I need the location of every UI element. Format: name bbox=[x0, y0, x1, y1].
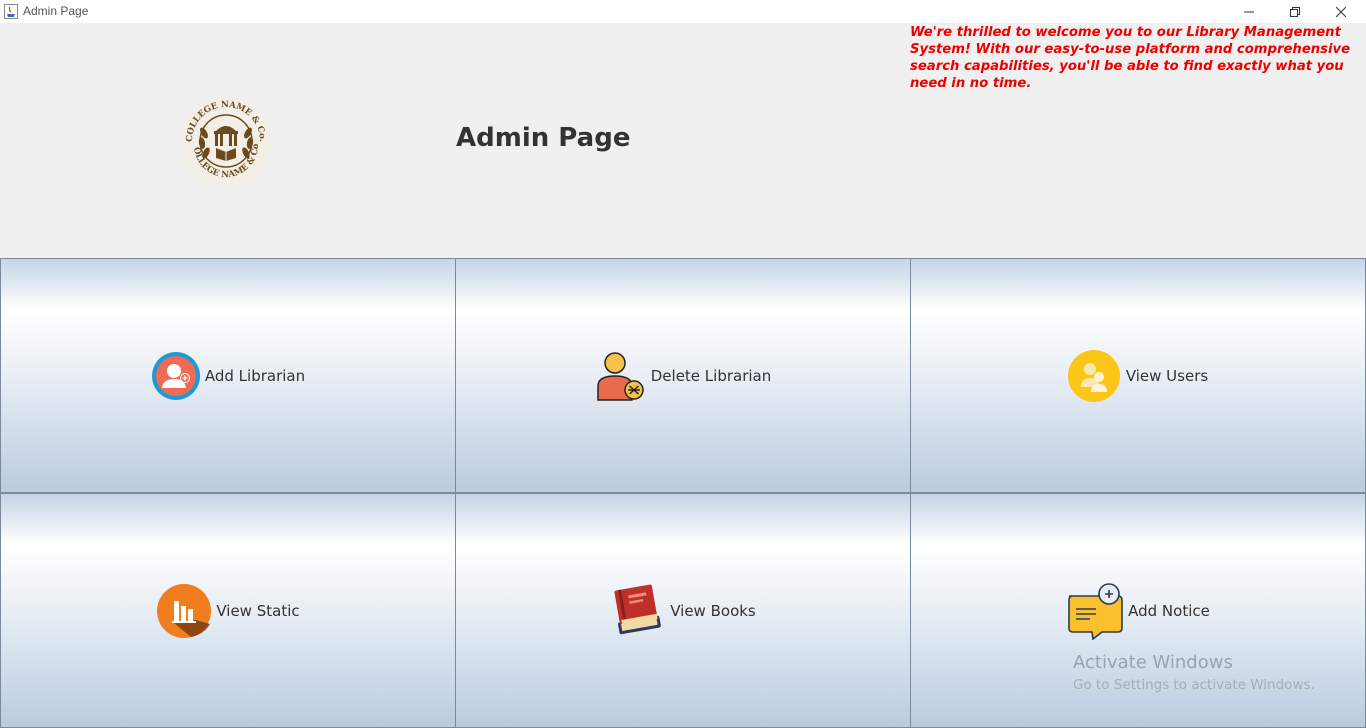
minimize-icon bbox=[1244, 11, 1254, 12]
close-icon bbox=[1336, 6, 1346, 17]
notice-icon bbox=[1068, 582, 1123, 640]
view-static-label: View Static bbox=[216, 601, 300, 620]
add-notice-label: Add Notice bbox=[1128, 601, 1210, 620]
college-seal-logo: COLLEGE NAME & Co. COLLEGE NAME & Co. bbox=[178, 93, 272, 187]
close-button[interactable] bbox=[1318, 0, 1364, 23]
add-librarian-button[interactable]: Add Librarian bbox=[0, 258, 456, 493]
users-icon bbox=[1067, 349, 1120, 402]
view-users-button[interactable]: View Users bbox=[910, 258, 1366, 493]
add-user-icon bbox=[151, 351, 200, 400]
header-panel: COLLEGE NAME & Co. COLLEGE NAME & Co. Ad… bbox=[0, 23, 1366, 258]
window-title: Admin Page bbox=[23, 4, 89, 18]
view-static-button[interactable]: View Static bbox=[0, 493, 456, 728]
add-notice-button[interactable]: Add Notice bbox=[910, 493, 1366, 728]
add-librarian-label: Add Librarian bbox=[204, 366, 306, 385]
view-users-label: View Users bbox=[1125, 366, 1209, 385]
view-books-button[interactable]: View Books bbox=[455, 493, 911, 728]
restore-icon bbox=[1290, 6, 1300, 17]
restore-button[interactable] bbox=[1272, 0, 1318, 23]
page-title: Admin Page bbox=[456, 123, 631, 153]
delete-user-icon bbox=[597, 351, 644, 401]
bar-chart-icon bbox=[157, 583, 212, 638]
action-grid: Add Librarian Delete Librarian View User… bbox=[0, 258, 1366, 728]
minimize-button[interactable] bbox=[1226, 0, 1272, 23]
view-books-label: View Books bbox=[670, 601, 756, 620]
title-bar: Admin Page bbox=[0, 0, 1366, 23]
java-app-icon bbox=[4, 4, 18, 19]
books-icon bbox=[614, 584, 662, 634]
welcome-message: We're thrilled to welcome you to our Lib… bbox=[910, 25, 1351, 91]
delete-librarian-label: Delete Librarian bbox=[650, 366, 772, 385]
delete-librarian-button[interactable]: Delete Librarian bbox=[455, 258, 911, 493]
